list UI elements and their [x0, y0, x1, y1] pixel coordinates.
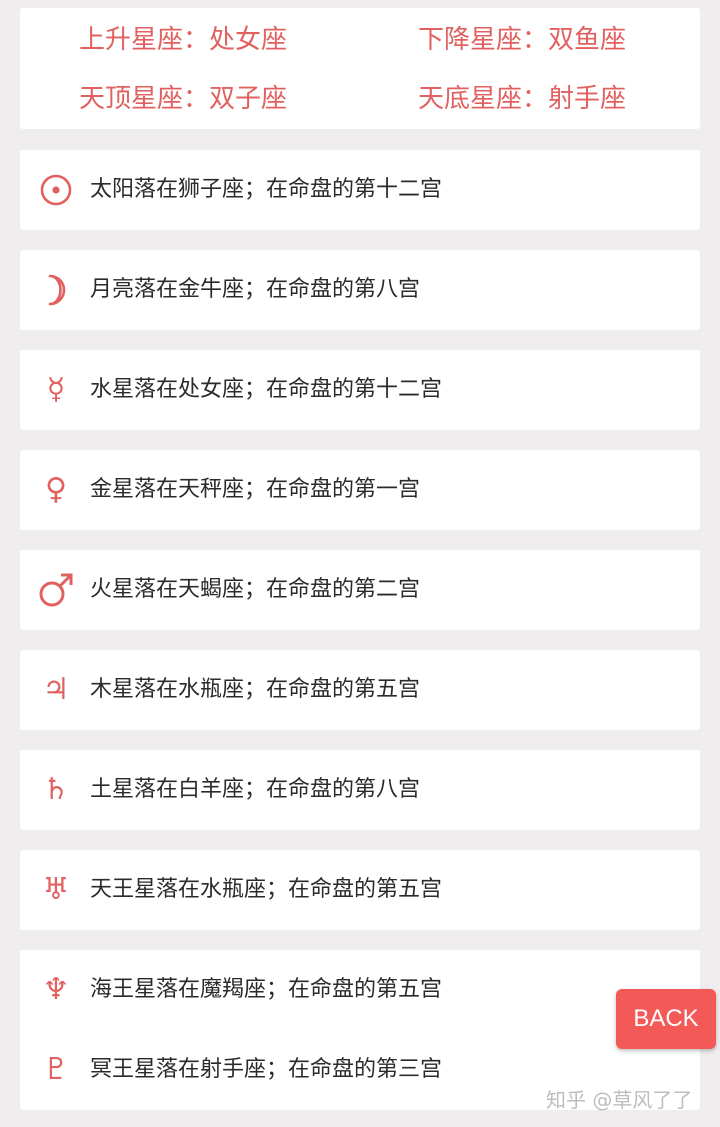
chart-angles-card: 上升星座：处女座 下降星座：双鱼座 天顶星座：双子座 天底星座：射手座 — [20, 8, 700, 129]
sun-icon — [20, 173, 92, 207]
planet-row-venus: ♀ 金星落在天秤座；在命盘的第一宫 — [20, 450, 700, 530]
planet-text: 金星落在天秤座；在命盘的第一宫 — [90, 477, 421, 502]
ascendant-label: 上升星座：处女座 — [79, 25, 288, 55]
neptune-icon: ♆ — [42, 972, 70, 1007]
planet-text: 天王星落在水瓶座；在命盘的第五宫 — [90, 877, 443, 902]
back-button[interactable]: BACK — [616, 989, 716, 1049]
planet-row-moon: 月亮落在金牛座；在命盘的第八宫 — [20, 250, 700, 330]
planet-row-mars: 火星落在天蝎座；在命盘的第二宫 — [20, 550, 700, 630]
saturn-icon: ♄ — [42, 772, 70, 807]
pluto-icon: ♇ — [42, 1052, 70, 1087]
moon-icon — [20, 273, 92, 307]
planet-text: 月亮落在金牛座；在命盘的第八宫 — [90, 277, 421, 302]
uranus-icon: ♅ — [42, 872, 70, 907]
planet-text: 冥王星落在射手座；在命盘的第三宫 — [90, 1057, 443, 1082]
watermark: 知乎 @草风了了 — [546, 1088, 693, 1112]
planet-text: 太阳落在狮子座；在命盘的第十二宫 — [90, 177, 443, 202]
planet-text: 木星落在水瓶座；在命盘的第五宫 — [90, 677, 421, 702]
jupiter-icon: ♃ — [42, 672, 70, 707]
planet-text: 水星落在处女座；在命盘的第十二宫 — [90, 377, 443, 402]
planet-row-uranus: ♅ 天王星落在水瓶座；在命盘的第五宫 — [20, 850, 700, 930]
midheaven-label: 天顶星座：双子座 — [79, 84, 288, 114]
venus-icon: ♀ — [45, 472, 67, 507]
mars-icon — [20, 571, 92, 609]
planet-row-neptune: ♆ 海王星落在魔羯座；在命盘的第五宫 — [20, 950, 700, 1030]
mercury-icon: ☿ — [46, 372, 66, 407]
planet-text: 海王星落在魔羯座；在命盘的第五宫 — [90, 977, 443, 1002]
planet-row-sun: 太阳落在狮子座；在命盘的第十二宫 — [20, 150, 700, 230]
planet-row-saturn: ♄ 土星落在白羊座；在命盘的第八宫 — [20, 750, 700, 830]
imum-coeli-label: 天底星座：射手座 — [418, 84, 627, 114]
planet-row-jupiter: ♃ 木星落在水瓶座；在命盘的第五宫 — [20, 650, 700, 730]
planet-text: 土星落在白羊座；在命盘的第八宫 — [90, 777, 421, 802]
descendant-label: 下降星座：双鱼座 — [418, 25, 627, 55]
planet-row-mercury: ☿ 水星落在处女座；在命盘的第十二宫 — [20, 350, 700, 430]
planet-text: 火星落在天蝎座；在命盘的第二宫 — [90, 577, 421, 602]
